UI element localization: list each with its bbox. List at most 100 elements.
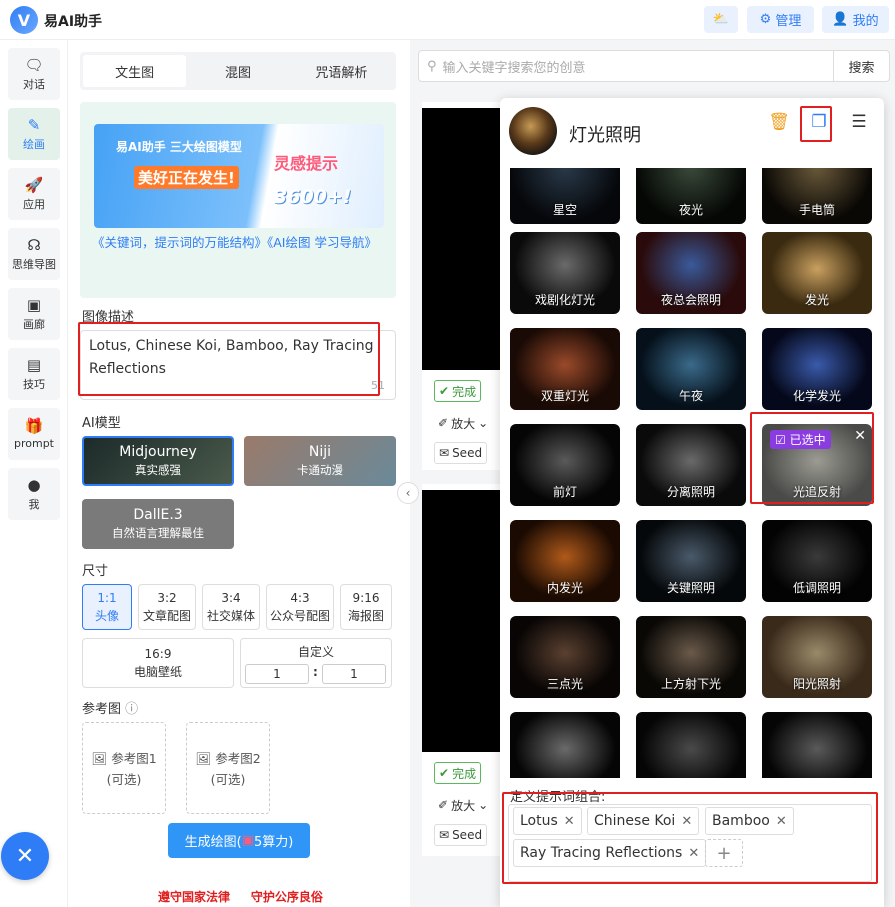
close-icon[interactable]: ✕ [776, 814, 787, 829]
size-3-2[interactable]: 3:2 文章配图 [138, 584, 196, 630]
thumb-headlight[interactable]: 前灯 [510, 424, 620, 506]
guide-links[interactable]: 《关键词，提示词的万能结构》《AI绘图 学习导航》 [92, 232, 388, 254]
thumb-midnight[interactable]: 午夜 [636, 328, 746, 410]
weather-button[interactable]: ⛅ [704, 6, 738, 33]
thumb-inner-glow[interactable]: 内发光 [510, 520, 620, 602]
seed-label: Seed [452, 828, 483, 842]
wand-icon: ✐ [438, 416, 449, 430]
thumb-split-lighting[interactable]: 分离照明 [636, 424, 746, 506]
mail-icon: ✉ [439, 446, 450, 460]
thumb-nightclub[interactable]: 夜总会照明 [636, 232, 746, 314]
thumb-starry[interactable]: 星空 [510, 168, 620, 224]
card-image[interactable] [422, 108, 512, 370]
nav-item-paint[interactable]: ✎ 绘画 [8, 108, 60, 160]
tab-text-to-image[interactable]: 文生图 [83, 55, 187, 87]
nav-item-prompt[interactable]: 🎁 prompt [8, 408, 60, 460]
me-button[interactable]: 👤 我的 [822, 6, 889, 33]
thumb-dramatic[interactable]: 戏剧化灯光 [510, 232, 620, 314]
description-input[interactable]: Lotus, Chinese Koi, Bamboo, Ray Tracing … [80, 330, 396, 400]
info-icon[interactable]: ⓘ [125, 702, 138, 717]
close-icon[interactable]: ✕ [564, 814, 575, 829]
size-1-1[interactable]: 1:1 头像 [82, 584, 132, 630]
thumb-partial-2[interactable] [636, 712, 746, 778]
nav-item-me[interactable]: ● 我 [8, 468, 60, 520]
size-16-9[interactable]: 16:9 电脑壁纸 [82, 638, 234, 688]
model-midjourney[interactable]: Midjourney 真实感强 [82, 436, 234, 486]
seed-button[interactable]: ✉ Seed [434, 442, 488, 464]
app-logo[interactable]: V [10, 6, 38, 34]
size-use: 文章配图 [142, 608, 191, 623]
model-sub: 真实感强 [135, 463, 181, 477]
thumb-flashlight[interactable]: 手电筒 [762, 168, 872, 224]
footer-morals[interactable]: 守护公序良俗 [251, 890, 323, 904]
thumb-glow[interactable]: 发光 [762, 232, 872, 314]
custom-height-input[interactable]: 1 [322, 664, 386, 684]
tab-blend[interactable]: 混图 [186, 55, 289, 87]
reference-image-1[interactable]: 🖼 参考图1 (可选) [82, 722, 166, 814]
close-icon[interactable]: ✕ [854, 428, 866, 444]
trash-icon[interactable]: 🗑 [768, 112, 790, 132]
seed-button[interactable]: ✉ Seed [434, 824, 488, 846]
thumb-chemiluminescence[interactable]: 化学发光 [762, 328, 872, 410]
model-dalle3[interactable]: DallE.3 自然语言理解最佳 [82, 499, 234, 549]
nav-item-mindmap[interactable]: ☊ 思维导图 [8, 228, 60, 280]
footer-law[interactable]: 遵守国家法律 [158, 890, 230, 904]
list-icon[interactable]: ☰ [848, 112, 870, 132]
chip-ray-tracing: Ray Tracing Reflections ✕ [513, 839, 707, 867]
thumb-partial-1[interactable] [510, 712, 620, 778]
thumb-three-point[interactable]: 三点光 [510, 616, 620, 698]
model-niji[interactable]: Niji 卡通动漫 [244, 436, 396, 486]
card-image[interactable] [422, 490, 512, 752]
rocket-icon: 🚀 [24, 175, 44, 194]
close-fab-button[interactable]: ✕ [1, 832, 49, 880]
add-chip-button[interactable]: + [705, 839, 743, 867]
thumb-partial-3[interactable] [762, 712, 872, 778]
size-9-16[interactable]: 9:16 海报图 [340, 584, 392, 630]
custom-width-input[interactable]: 1 [245, 664, 309, 684]
nav-label: 技巧 [23, 377, 45, 391]
reference-image-2[interactable]: 🖼 参考图2 (可选) [186, 722, 270, 814]
nav-item-tips[interactable]: ▤ 技巧 [8, 348, 60, 400]
banner-image[interactable]: 易AI助手 三大绘图模型 美好正在发生! 灵感提示 3600+! [94, 124, 384, 228]
done-badge: ✔ 完成 [434, 380, 482, 402]
size-ratio: 1:1 [97, 590, 117, 605]
thumb-ray-tracing-selected[interactable]: ☑ 已选中 ✕ 光追反射 [762, 424, 872, 506]
collapse-panel-button[interactable]: ‹ [397, 482, 419, 504]
zoom-dropdown[interactable]: ✐ 放大 ⌄ [434, 794, 493, 816]
manage-button[interactable]: ⚙ 管理 [747, 6, 814, 33]
thumb-double-light[interactable]: 双重灯光 [510, 328, 620, 410]
search-input[interactable]: ⚲ 输入关键字搜索您的创意 [418, 50, 834, 82]
nav-item-apps[interactable]: 🚀 应用 [8, 168, 60, 220]
size-use: 头像 [94, 608, 119, 623]
close-icon[interactable]: ✕ [681, 814, 692, 829]
nav-label: 对话 [23, 77, 45, 91]
description-text: Lotus, Chinese Koi, Bamboo, Ray Tracing … [89, 338, 374, 377]
thumb-key-lighting[interactable]: 关键照明 [636, 520, 746, 602]
search-button[interactable]: 搜索 [834, 50, 890, 82]
combo-title: 定义提示词组合: [510, 790, 606, 805]
nav-item-chat[interactable]: 🗨 对话 [8, 48, 60, 100]
copy-icon[interactable]: ❐ [808, 112, 830, 132]
coin-icon: ▣ [241, 833, 255, 848]
close-icon[interactable]: ✕ [688, 846, 699, 861]
thumb-sunlight[interactable]: 阳光照射 [762, 616, 872, 698]
manage-label: 管理 [775, 14, 802, 29]
done-label: 完成 [452, 766, 477, 781]
zoom-dropdown[interactable]: ✐ 放大 ⌄ [434, 412, 493, 434]
model-sub: 自然语言理解最佳 [112, 526, 204, 540]
thumb-bg [762, 712, 872, 778]
size-3-4[interactable]: 3:4 社交媒体 [202, 584, 260, 630]
banner-line2: 美好正在发生! [134, 166, 239, 189]
gallery-icon: ▣ [26, 295, 42, 314]
model-label: AI模型 [82, 416, 121, 431]
generate-button[interactable]: 生成绘图( ▣ 5算力) [168, 823, 310, 858]
category-title: 灯光照明 [569, 125, 641, 146]
chip-label: Chinese Koi [594, 813, 676, 829]
size-4-3[interactable]: 4:3 公众号配图 [266, 584, 334, 630]
thumb-night-light[interactable]: 夜光 [636, 168, 746, 224]
seed-label: Seed [452, 446, 483, 460]
thumb-low-key[interactable]: 低调照明 [762, 520, 872, 602]
tab-prompt-parse[interactable]: 咒语解析 [290, 55, 393, 87]
nav-item-gallery[interactable]: ▣ 画廊 [8, 288, 60, 340]
thumb-top-down[interactable]: 上方射下光 [636, 616, 746, 698]
